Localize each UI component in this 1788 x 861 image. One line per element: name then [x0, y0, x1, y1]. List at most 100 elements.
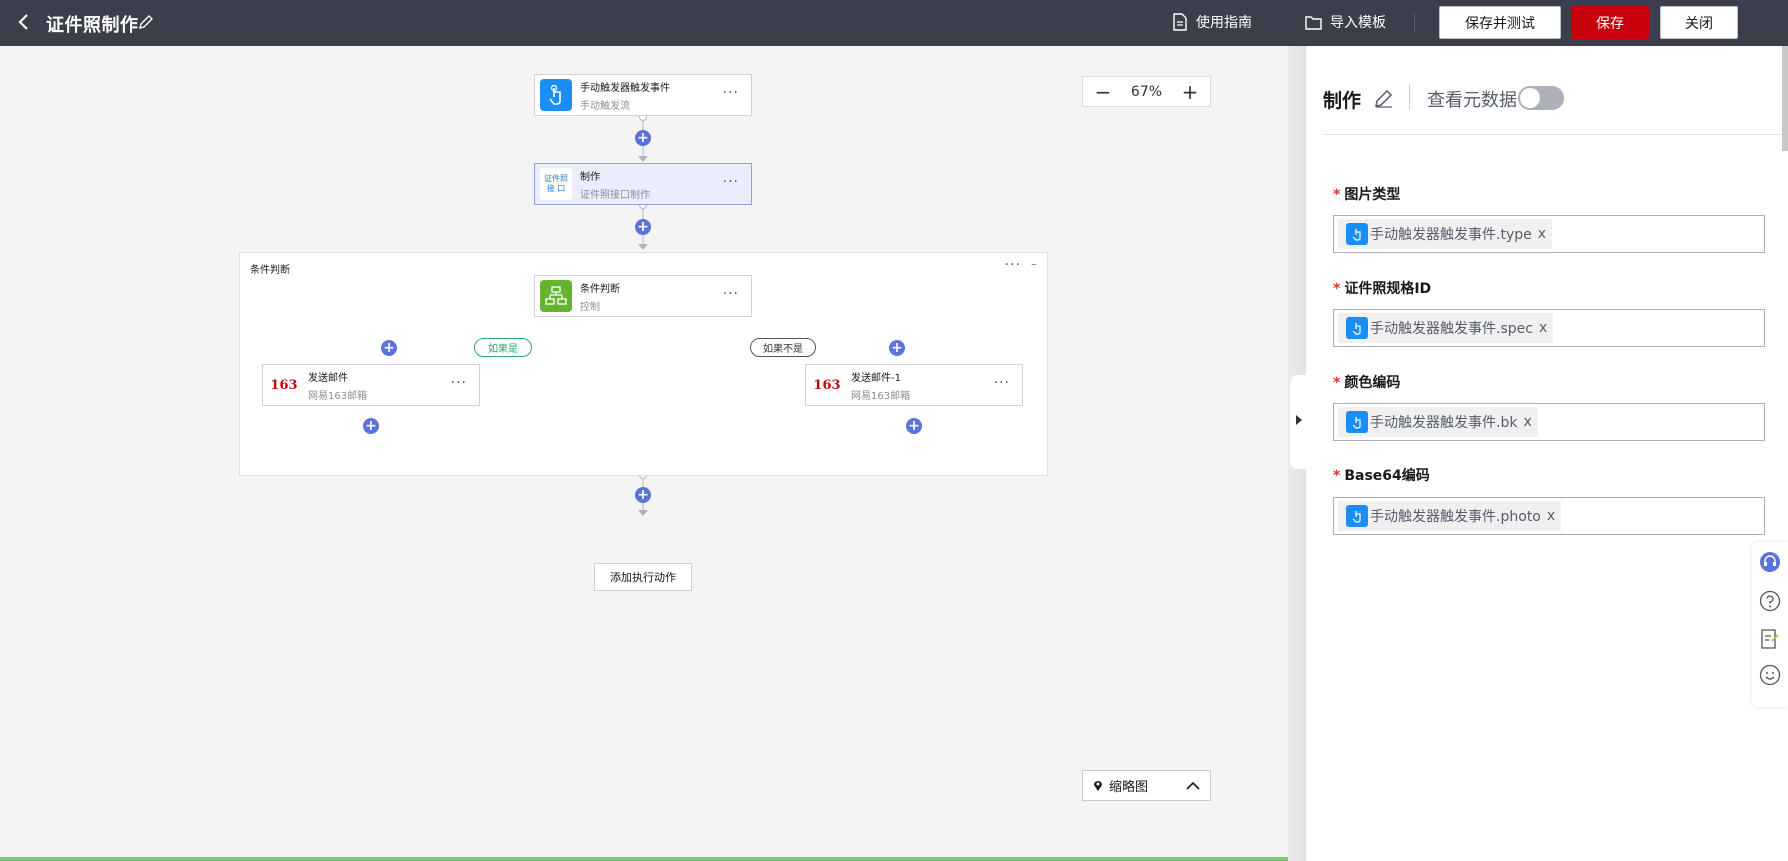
folder-icon [1305, 15, 1322, 30]
id-photo-api-icon: 证件照 接 口 [540, 168, 572, 200]
node-more-button[interactable]: ··· [723, 85, 739, 101]
branch-no-label[interactable]: 如果不是 [750, 338, 816, 357]
close-button[interactable]: 关闭 [1660, 6, 1738, 39]
panel-divider-line [1323, 134, 1788, 135]
zoom-in-button[interactable]: + [1178, 80, 1202, 104]
branch-yes-label[interactable]: 如果是 [474, 338, 532, 357]
collapse-group-button[interactable]: – [1031, 257, 1037, 271]
send-mail-1-node[interactable]: 163 发送邮件-1 网易163邮箱 ··· [805, 364, 1023, 406]
node-more-button[interactable]: ··· [723, 286, 739, 302]
headset-icon[interactable] [1759, 551, 1781, 573]
minimap-label: 缩略图 [1109, 780, 1149, 795]
chip-text: 手动触发器触发事件.spec [1370, 321, 1533, 337]
variable-chip[interactable]: 手动触发器触发事件.bk x [1338, 407, 1538, 437]
field-label-spec-id: * 证件照规格ID [1333, 278, 1431, 298]
add-action-button[interactable]: 添加执行动作 [594, 563, 692, 591]
field-label-image-type: * 图片类型 [1333, 184, 1400, 204]
side-toolbar [1752, 542, 1788, 707]
status-line [0, 857, 1306, 861]
hand-touch-icon [1346, 317, 1368, 339]
metadata-label: 查看元数据 [1427, 90, 1517, 111]
icon-text: 接 口 [546, 184, 566, 193]
add-step-button[interactable]: + [889, 340, 905, 356]
node-more-button[interactable]: ··· [994, 375, 1010, 391]
add-step-button[interactable]: + [381, 340, 397, 356]
chip-remove-button[interactable]: x [1547, 508, 1555, 524]
chip-remove-button[interactable]: x [1523, 414, 1531, 430]
image-type-input[interactable]: 手动触发器触发事件.type x [1333, 215, 1765, 253]
variable-chip[interactable]: 手动触发器触发事件.photo x [1338, 501, 1562, 531]
send-mail-node[interactable]: 163 发送邮件 网易163邮箱 ··· [262, 364, 480, 406]
node-title: 制作 [580, 172, 600, 183]
group-title: 条件判断 [250, 265, 290, 276]
smiley-icon[interactable] [1759, 664, 1781, 686]
chip-text: 手动触发器触发事件.photo [1370, 509, 1541, 525]
branch-icon [540, 280, 572, 312]
hand-touch-icon [1346, 411, 1368, 433]
trigger-node[interactable]: 手动触发器触发事件 手动触发流 ··· [534, 74, 752, 116]
hand-touch-icon [540, 79, 572, 111]
add-step-button[interactable]: + [635, 487, 651, 503]
edit-icon[interactable] [1373, 87, 1395, 109]
zoom-out-button[interactable]: − [1091, 80, 1115, 104]
color-code-input[interactable]: 手动触发器触发事件.bk x [1333, 403, 1765, 441]
required-mark: * [1333, 187, 1341, 203]
save-and-test-button[interactable]: 保存并测试 [1439, 6, 1561, 39]
netease-163-icon: 163 [268, 369, 300, 401]
toggle-knob [1520, 88, 1540, 108]
field-label-base64: * Base64编码 [1333, 465, 1430, 485]
field-label-text: Base64编码 [1344, 468, 1430, 484]
node-more-button[interactable]: ··· [723, 174, 739, 190]
field-label-text: 颜色编码 [1344, 375, 1401, 391]
node-subtitle: 网易163邮箱 [851, 391, 911, 402]
variable-chip[interactable]: 手动触发器触发事件.spec x [1338, 313, 1554, 343]
import-template-link[interactable]: 导入模板 [1305, 12, 1386, 32]
base64-input[interactable]: 手动触发器触发事件.photo x [1333, 497, 1765, 535]
hand-touch-icon [1346, 505, 1368, 527]
node-subtitle: 手动触发流 [580, 101, 630, 112]
add-step-button[interactable]: + [363, 418, 379, 434]
chip-remove-button[interactable]: x [1538, 226, 1546, 242]
panel-title: 制作 [1323, 90, 1362, 112]
node-title: 发送邮件-1 [851, 373, 901, 384]
properties-panel: 制作 查看元数据 * 图片类型 手动触发器触发事件.type x * 证件照规格ID… [1306, 46, 1788, 861]
field-label-color-code: * 颜色编码 [1333, 372, 1400, 392]
condition-node[interactable]: 条件判断 控制 ··· [534, 275, 752, 317]
add-step-button[interactable]: + [635, 219, 651, 235]
minimap-toggle[interactable]: 缩略图 [1082, 770, 1211, 801]
field-label-text: 图片类型 [1344, 187, 1401, 203]
metadata-toggle[interactable] [1518, 86, 1564, 110]
chip-remove-button[interactable]: x [1539, 320, 1547, 336]
spec-id-input[interactable]: 手动触发器触发事件.spec x [1333, 309, 1765, 347]
node-title: 发送邮件 [308, 373, 348, 384]
chevron-up-icon [1186, 781, 1200, 790]
required-mark: * [1333, 375, 1341, 391]
zoom-level: 67% [1130, 83, 1163, 100]
hand-touch-icon [1346, 223, 1368, 245]
chip-text: 手动触发器触发事件.type [1370, 227, 1532, 243]
icon-text: 证件照 [544, 174, 568, 183]
required-mark: * [1333, 468, 1341, 484]
zoom-control: − 67% + [1082, 76, 1211, 107]
node-title: 条件判断 [580, 284, 620, 295]
field-label-text: 证件照规格ID [1344, 281, 1432, 297]
location-pin-icon [1094, 781, 1102, 791]
panel-scrollbar[interactable] [1782, 46, 1788, 151]
node-subtitle: 控制 [580, 302, 600, 313]
node-title: 手动触发器触发事件 [580, 83, 670, 94]
title-divider [1409, 84, 1410, 110]
save-button[interactable]: 保存 [1571, 6, 1649, 39]
help-icon[interactable] [1759, 590, 1781, 612]
group-more-button[interactable]: ··· [1005, 257, 1021, 273]
caret-right-icon [1296, 415, 1302, 425]
node-more-button[interactable]: ··· [451, 375, 467, 391]
add-step-button[interactable]: + [635, 130, 651, 146]
make-node[interactable]: 证件照 接 口 制作 证件照接口制作 ··· [534, 163, 752, 205]
node-subtitle: 网易163邮箱 [308, 391, 368, 402]
variable-chip[interactable]: 手动触发器触发事件.type x [1338, 219, 1553, 249]
feedback-icon[interactable] [1759, 628, 1781, 650]
node-subtitle: 证件照接口制作 [580, 190, 650, 201]
import-label: 导入模板 [1330, 15, 1386, 31]
header-divider [1414, 13, 1415, 33]
add-step-button[interactable]: + [906, 418, 922, 434]
